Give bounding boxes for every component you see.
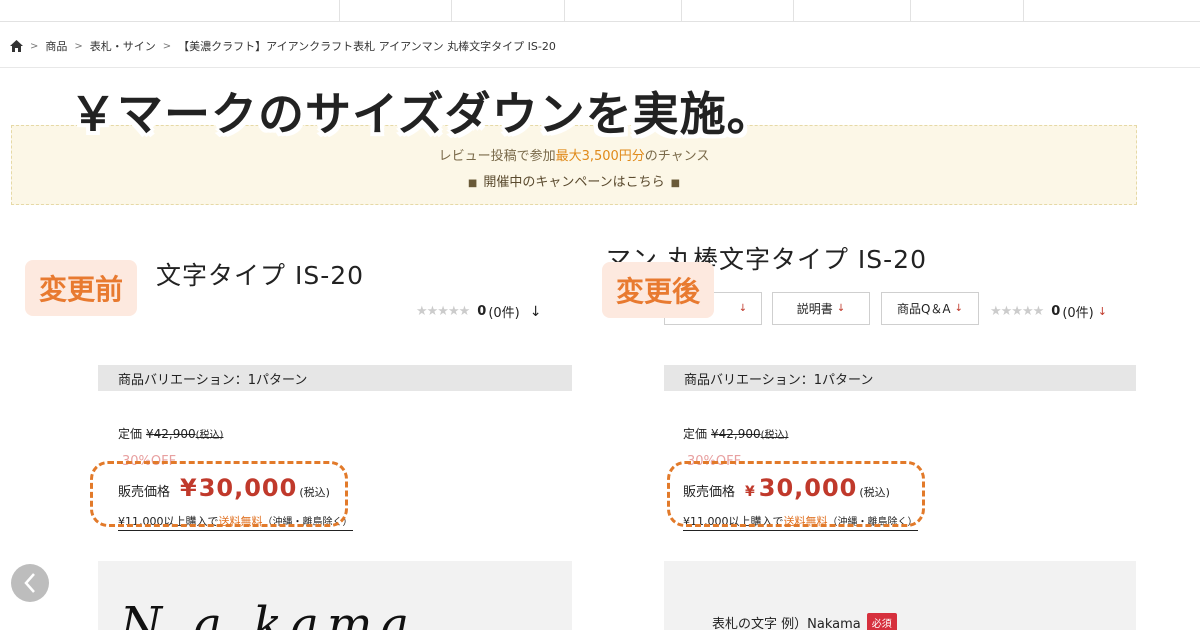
banner-campaign-text: 開催中のキャンペーンはこちら	[483, 175, 665, 190]
home-icon[interactable]	[10, 40, 23, 52]
after-label: 変更後	[602, 262, 715, 318]
review-count: (0件)	[1062, 306, 1094, 321]
carousel-prev-button[interactable]	[11, 564, 49, 602]
square-bullet-icon: ■	[670, 178, 681, 189]
chevron-right-icon: >	[162, 40, 172, 52]
nav-divider	[793, 0, 794, 22]
breadcrumb-divider	[0, 67, 1200, 68]
breadcrumb: > 商品 > 表札・サイン > 【美濃クラフト】アイアンクラフト表札 アイアンマ…	[10, 37, 556, 55]
rating-after[interactable]: ★★★★★ 0 (0件) ↓	[990, 302, 1107, 321]
list-price: 定価 ¥42,900(税込)	[683, 425, 788, 442]
title-suffix: 文字タイプ IS-20	[156, 261, 365, 290]
list-price-label: 定価	[118, 427, 143, 441]
nav-divider	[564, 0, 565, 22]
list-price-amount: ¥42,900	[711, 427, 761, 441]
list-price-value: ¥42,900(税込)	[146, 427, 223, 441]
nav-divider	[910, 0, 911, 22]
star-rating-icon: ★★★★★	[990, 304, 1044, 319]
nameplate-preview-text: N a kama	[120, 597, 417, 630]
list-price-tax: (税込)	[760, 430, 789, 441]
nav-divider	[681, 0, 682, 22]
arrow-down-icon: ↓	[529, 303, 542, 320]
breadcrumb-item-current: 【美濃クラフト】アイアンクラフト表札 アイアンマン 丸棒文字タイプ IS-20	[178, 40, 556, 53]
rating-count: 0	[1051, 304, 1061, 319]
qa-button-label: 商品Q＆A	[896, 302, 951, 316]
rating-before[interactable]: ★★★★★ 0 (0件) ↓	[416, 302, 542, 322]
highlight-oval-after	[667, 461, 925, 527]
field-label-text: 表札の文字 例）Nakama	[712, 617, 861, 630]
arrow-down-icon: ↓	[1097, 305, 1107, 318]
list-price-amount: ¥42,900	[146, 427, 196, 441]
nav-divider	[451, 0, 452, 22]
arrow-down-icon: ↓	[954, 303, 964, 314]
manual-button[interactable]: 説明書 ↓	[772, 292, 870, 325]
nav-divider	[339, 0, 340, 22]
chevron-right-icon: >	[30, 40, 39, 52]
breadcrumb-item-products[interactable]: 商品	[45, 38, 67, 54]
banner-text-pre: レビュー投稿で参加	[438, 149, 556, 164]
arrow-down-icon: ↓	[836, 303, 846, 314]
highlight-oval-before	[90, 461, 348, 527]
required-badge: 必須	[866, 613, 897, 630]
overlay-headline: ￥マークのサイズダウンを実施。	[70, 87, 774, 141]
square-bullet-icon: ■	[467, 178, 478, 189]
banner-text-post: のチャンス	[644, 149, 710, 164]
rating-count: 0	[477, 304, 487, 319]
variation-bar-after: 商品バリエーション：1パターン	[664, 365, 1136, 391]
chevron-right-icon: >	[74, 40, 83, 52]
nameplate-text-field-label: 表札の文字 例）Nakama 必須	[712, 613, 897, 630]
nav-divider	[1023, 0, 1024, 22]
list-price-value: ¥42,900(税込)	[711, 427, 788, 441]
arrow-down-icon: ↓	[738, 303, 748, 314]
review-count: (0件)	[488, 306, 520, 321]
variation-bar-before: 商品バリエーション：1パターン	[98, 365, 572, 391]
qa-button[interactable]: 商品Q＆A ↓	[881, 292, 979, 325]
manual-button-label: 説明書	[796, 302, 833, 316]
banner-campaign-link[interactable]: ■ 開催中のキャンペーンはこちら ■	[12, 171, 1136, 190]
list-price-label: 定価	[683, 427, 708, 441]
banner-review-text: レビュー投稿で参加最大3,500円分のチャンス	[12, 145, 1136, 164]
top-nav	[0, 0, 1200, 22]
nameplate-option-panel: 表札の文字 例）Nakama 必須	[664, 561, 1136, 630]
list-price-tax: (税込)	[195, 430, 224, 441]
product-image-preview: N a kama	[98, 561, 572, 630]
list-price: 定価 ¥42,900(税込)	[118, 425, 223, 442]
banner-highlight: 最大3,500円分	[555, 149, 645, 164]
star-rating-icon: ★★★★★	[416, 304, 470, 319]
chevron-left-icon	[24, 573, 35, 593]
before-label: 変更前	[25, 260, 138, 316]
breadcrumb-item-signs[interactable]: 表札・サイン	[90, 38, 156, 54]
